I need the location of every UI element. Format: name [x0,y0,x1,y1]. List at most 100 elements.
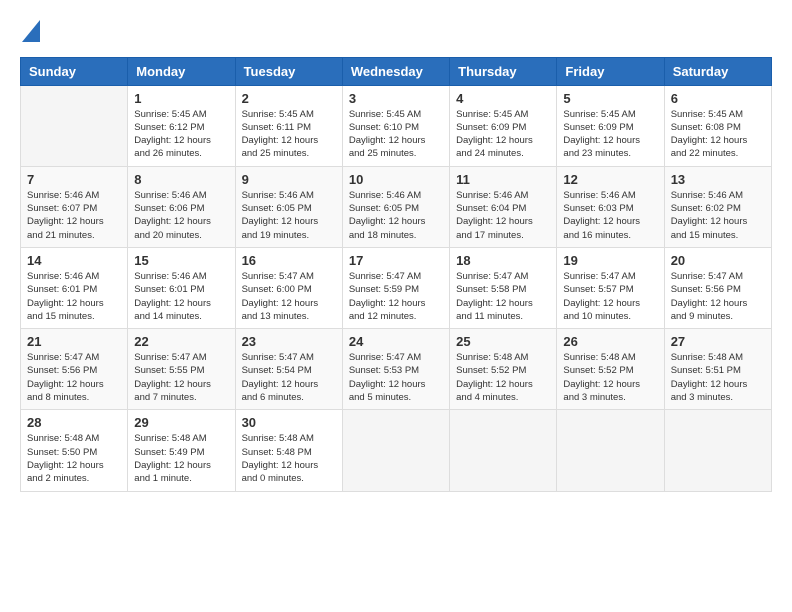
day-info: Sunrise: 5:45 AM Sunset: 6:09 PM Dayligh… [563,108,657,161]
calendar-weekday-header: Monday [128,57,235,85]
day-info: Sunrise: 5:48 AM Sunset: 5:50 PM Dayligh… [27,432,121,485]
calendar-weekday-header: Wednesday [342,57,449,85]
day-number: 19 [563,253,657,268]
day-info: Sunrise: 5:45 AM Sunset: 6:10 PM Dayligh… [349,108,443,161]
day-info: Sunrise: 5:47 AM Sunset: 5:56 PM Dayligh… [27,351,121,404]
calendar-day-cell: 19 Sunrise: 5:47 AM Sunset: 5:57 PM Dayli… [557,247,664,328]
day-number: 29 [134,415,228,430]
day-info: Sunrise: 5:46 AM Sunset: 6:05 PM Dayligh… [242,189,336,242]
calendar-day-cell: 27 Sunrise: 5:48 AM Sunset: 5:51 PM Dayli… [664,329,771,410]
day-info: Sunrise: 5:48 AM Sunset: 5:48 PM Dayligh… [242,432,336,485]
calendar-day-cell: 21 Sunrise: 5:47 AM Sunset: 5:56 PM Dayli… [21,329,128,410]
day-number: 20 [671,253,765,268]
day-info: Sunrise: 5:48 AM Sunset: 5:51 PM Dayligh… [671,351,765,404]
day-number: 7 [27,172,121,187]
day-info: Sunrise: 5:46 AM Sunset: 6:02 PM Dayligh… [671,189,765,242]
calendar-week-row: 28 Sunrise: 5:48 AM Sunset: 5:50 PM Dayli… [21,410,772,491]
day-number: 3 [349,91,443,106]
day-info: Sunrise: 5:47 AM Sunset: 5:54 PM Dayligh… [242,351,336,404]
calendar-day-cell: 13 Sunrise: 5:46 AM Sunset: 6:02 PM Dayli… [664,166,771,247]
calendar-day-cell: 9 Sunrise: 5:46 AM Sunset: 6:05 PM Daylig… [235,166,342,247]
calendar-day-cell [664,410,771,491]
calendar-body: 1 Sunrise: 5:45 AM Sunset: 6:12 PM Daylig… [21,85,772,491]
calendar-day-cell: 28 Sunrise: 5:48 AM Sunset: 5:50 PM Dayli… [21,410,128,491]
day-info: Sunrise: 5:46 AM Sunset: 6:05 PM Dayligh… [349,189,443,242]
day-info: Sunrise: 5:48 AM Sunset: 5:52 PM Dayligh… [456,351,550,404]
calendar-weekday-header: Sunday [21,57,128,85]
day-info: Sunrise: 5:46 AM Sunset: 6:06 PM Dayligh… [134,189,228,242]
logo-arrow-icon [22,20,40,42]
day-number: 5 [563,91,657,106]
day-number: 23 [242,334,336,349]
day-number: 8 [134,172,228,187]
calendar-day-cell: 12Sunrise: 5:46 AM Sunset: 6:03 PM Dayli… [557,166,664,247]
day-info: Sunrise: 5:48 AM Sunset: 5:49 PM Dayligh… [134,432,228,485]
day-number: 1 [134,91,228,106]
day-number: 10 [349,172,443,187]
calendar-day-cell: 7Sunrise: 5:46 AM Sunset: 6:07 PM Daylig… [21,166,128,247]
day-number: 14 [27,253,121,268]
calendar-day-cell: 18Sunrise: 5:47 AM Sunset: 5:58 PM Dayli… [450,247,557,328]
day-number: 28 [27,415,121,430]
day-number: 18 [456,253,550,268]
day-info: Sunrise: 5:48 AM Sunset: 5:52 PM Dayligh… [563,351,657,404]
calendar-day-cell: 20 Sunrise: 5:47 AM Sunset: 5:56 PM Dayli… [664,247,771,328]
calendar-day-cell: 3 Sunrise: 5:45 AM Sunset: 6:10 PM Daylig… [342,85,449,166]
day-number: 15 [134,253,228,268]
calendar-header-row: SundayMondayTuesdayWednesdayThursdayFrid… [21,57,772,85]
calendar-day-cell [557,410,664,491]
calendar-week-row: 1 Sunrise: 5:45 AM Sunset: 6:12 PM Daylig… [21,85,772,166]
calendar-day-cell: 2 Sunrise: 5:45 AM Sunset: 6:11 PM Daylig… [235,85,342,166]
day-number: 30 [242,415,336,430]
calendar-day-cell: 15 Sunrise: 5:46 AM Sunset: 6:01 PM Dayli… [128,247,235,328]
day-number: 11 [456,172,550,187]
day-info: Sunrise: 5:46 AM Sunset: 6:01 PM Dayligh… [27,270,121,323]
day-number: 24 [349,334,443,349]
day-number: 9 [242,172,336,187]
calendar-table: SundayMondayTuesdayWednesdayThursdayFrid… [20,57,772,492]
day-number: 16 [242,253,336,268]
calendar-day-cell: 30 Sunrise: 5:48 AM Sunset: 5:48 PM Dayli… [235,410,342,491]
day-info: Sunrise: 5:47 AM Sunset: 6:00 PM Dayligh… [242,270,336,323]
calendar-day-cell: 5 Sunrise: 5:45 AM Sunset: 6:09 PM Daylig… [557,85,664,166]
day-number: 2 [242,91,336,106]
day-info: Sunrise: 5:47 AM Sunset: 5:59 PM Dayligh… [349,270,443,323]
day-info: Sunrise: 5:46 AM Sunset: 6:03 PM Dayligh… [563,189,657,242]
day-number: 4 [456,91,550,106]
calendar-day-cell: 8 Sunrise: 5:46 AM Sunset: 6:06 PM Daylig… [128,166,235,247]
calendar-week-row: 7Sunrise: 5:46 AM Sunset: 6:07 PM Daylig… [21,166,772,247]
calendar-day-cell: 23 Sunrise: 5:47 AM Sunset: 5:54 PM Dayli… [235,329,342,410]
day-info: Sunrise: 5:47 AM Sunset: 5:57 PM Dayligh… [563,270,657,323]
calendar-day-cell: 1 Sunrise: 5:45 AM Sunset: 6:12 PM Daylig… [128,85,235,166]
day-info: Sunrise: 5:45 AM Sunset: 6:09 PM Dayligh… [456,108,550,161]
calendar-day-cell [342,410,449,491]
calendar-day-cell: 4 Sunrise: 5:45 AM Sunset: 6:09 PM Daylig… [450,85,557,166]
calendar-day-cell: 26Sunrise: 5:48 AM Sunset: 5:52 PM Dayli… [557,329,664,410]
calendar-day-cell: 25Sunrise: 5:48 AM Sunset: 5:52 PM Dayli… [450,329,557,410]
calendar-day-cell: 11 Sunrise: 5:46 AM Sunset: 6:04 PM Dayli… [450,166,557,247]
calendar-day-cell: 24Sunrise: 5:47 AM Sunset: 5:53 PM Dayli… [342,329,449,410]
calendar-day-cell: 14 Sunrise: 5:46 AM Sunset: 6:01 PM Dayli… [21,247,128,328]
day-info: Sunrise: 5:45 AM Sunset: 6:12 PM Dayligh… [134,108,228,161]
calendar-day-cell: 22Sunrise: 5:47 AM Sunset: 5:55 PM Dayli… [128,329,235,410]
calendar-day-cell [21,85,128,166]
day-number: 17 [349,253,443,268]
day-info: Sunrise: 5:46 AM Sunset: 6:04 PM Dayligh… [456,189,550,242]
calendar-day-cell: 10 Sunrise: 5:46 AM Sunset: 6:05 PM Dayli… [342,166,449,247]
day-info: Sunrise: 5:46 AM Sunset: 6:01 PM Dayligh… [134,270,228,323]
day-number: 21 [27,334,121,349]
day-number: 22 [134,334,228,349]
day-info: Sunrise: 5:45 AM Sunset: 6:11 PM Dayligh… [242,108,336,161]
logo [20,20,40,47]
day-number: 27 [671,334,765,349]
calendar-weekday-header: Saturday [664,57,771,85]
day-info: Sunrise: 5:47 AM Sunset: 5:56 PM Dayligh… [671,270,765,323]
calendar-day-cell: 6Sunrise: 5:45 AM Sunset: 6:08 PM Daylig… [664,85,771,166]
calendar-day-cell: 16 Sunrise: 5:47 AM Sunset: 6:00 PM Dayli… [235,247,342,328]
calendar-weekday-header: Friday [557,57,664,85]
calendar-weekday-header: Thursday [450,57,557,85]
day-number: 13 [671,172,765,187]
calendar-day-cell: 29 Sunrise: 5:48 AM Sunset: 5:49 PM Dayli… [128,410,235,491]
calendar-weekday-header: Tuesday [235,57,342,85]
calendar-day-cell: 17 Sunrise: 5:47 AM Sunset: 5:59 PM Dayli… [342,247,449,328]
